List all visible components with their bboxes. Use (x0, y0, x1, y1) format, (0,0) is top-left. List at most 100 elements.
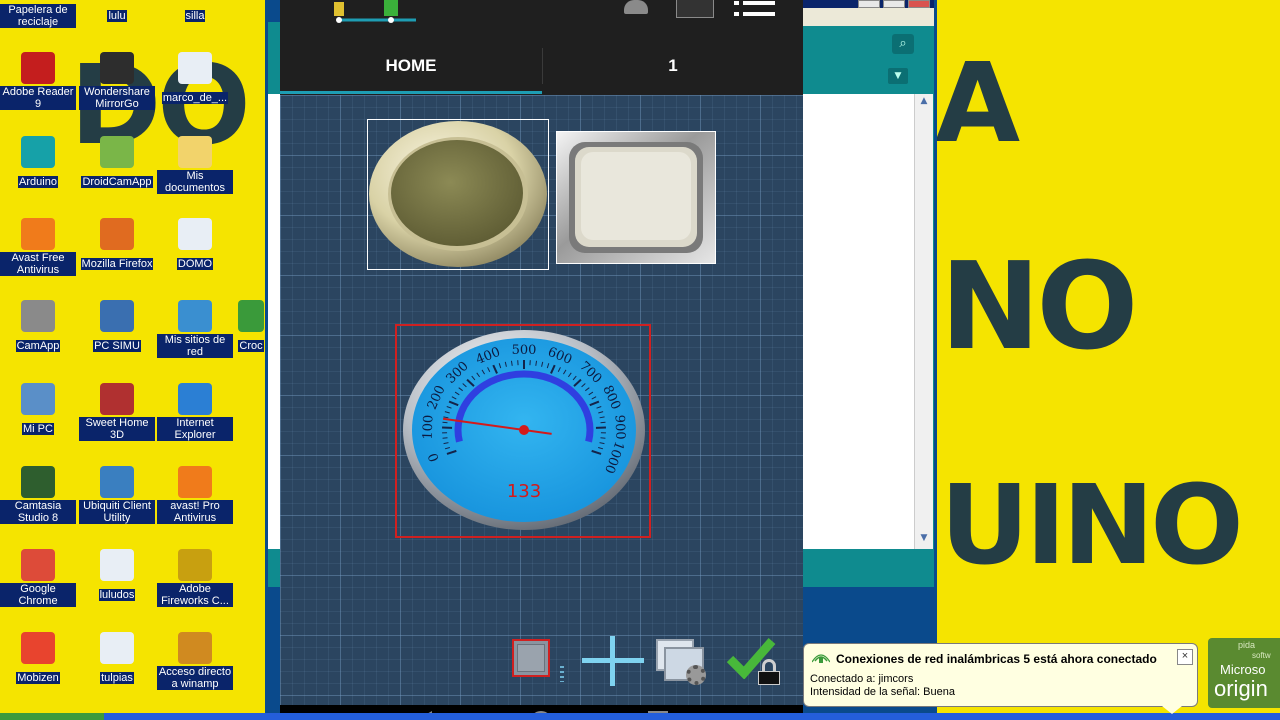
folder-icon (178, 136, 212, 168)
desktop-icon-label: avast! Pro Antivirus (157, 500, 233, 524)
share-icon[interactable] (676, 0, 714, 18)
desktop-icon-label: Camtasia Studio 8 (0, 500, 76, 524)
my-computer-icon (21, 383, 55, 415)
tab-1[interactable]: 1 (543, 40, 803, 92)
winamp-icon (178, 632, 212, 664)
desktop-icon[interactable]: lulu (79, 4, 155, 23)
desktop-icon[interactable]: Mis documentos (157, 136, 233, 195)
gauge-minor-tick (442, 421, 448, 424)
desktop-icon[interactable]: Mis sitios de red (157, 300, 233, 359)
desktop-icon-label: Mobizen (16, 672, 60, 684)
desktop-icon[interactable]: Ubiquiti Client Utility (79, 466, 155, 525)
notification-title: Conexiones de red inalámbricas 5 está ah… (836, 652, 1157, 666)
desktop-icon[interactable]: silla (157, 4, 233, 23)
desktop-icon[interactable]: Adobe Fireworks C... (157, 549, 233, 608)
desktop-icon-label: Adobe Fireworks C... (157, 583, 233, 607)
desktop-icon[interactable]: tulpias (79, 632, 155, 685)
dashboard-canvas[interactable]: 0 100 200 300 400 500 600 700 800 900 1000 133 (280, 95, 803, 705)
serial-monitor-icon[interactable]: ⌕ (892, 34, 914, 54)
connection-icon[interactable] (328, 0, 418, 26)
desktop-icon[interactable]: Papelera de reciclaje (0, 4, 76, 29)
badge-word: origin (1214, 676, 1268, 701)
round-led-button[interactable] (368, 120, 548, 269)
background-window-scrollbar[interactable]: ▲ ▼ (914, 94, 933, 549)
chrome-icon (21, 549, 55, 581)
desktop-icon[interactable]: DOMO (157, 218, 233, 271)
desktop-icon[interactable]: marco_de_... (157, 52, 233, 105)
notification-bell-icon[interactable] (624, 0, 648, 14)
desktop-icon-label: Avast Free Antivirus (0, 252, 76, 276)
desktop-icon[interactable]: PC SIMU (79, 300, 155, 353)
desktop-icon-label: tulpias (100, 672, 134, 684)
color-swatch (517, 644, 545, 672)
square-push-button[interactable] (557, 132, 715, 263)
confirm-lock-button[interactable] (726, 635, 788, 687)
desktop-icon[interactable]: Camtasia Studio 8 (0, 466, 76, 525)
desktop-icon[interactable]: Mi PC (0, 383, 76, 436)
tab-menu-dropdown-icon[interactable]: ▼ (888, 68, 908, 84)
desktop-icon[interactable]: Internet Explorer (157, 383, 233, 442)
gauge-minor-tick (600, 421, 606, 424)
notification-connected-to: Conectado a: jimcors (810, 673, 914, 685)
network-notification-balloon[interactable]: Conexiones de red inalámbricas 5 está ah… (803, 643, 1198, 707)
scroll-down-arrow-icon[interactable]: ▼ (917, 533, 931, 547)
square-push-button-selection[interactable] (556, 131, 716, 264)
background-window-teal-bar (803, 549, 934, 584)
microsoft-genuine-badge[interactable]: pida softw Microso origin (1208, 638, 1280, 708)
adobe-reader-icon (21, 52, 55, 84)
image-file-icon (178, 52, 212, 84)
image-file-icon (178, 218, 212, 250)
desktop-icon-label: DroidCamApp (81, 176, 153, 188)
wallpaper-letters-right-3: UINO (940, 461, 1244, 589)
desktop-icon[interactable]: luludos (79, 549, 155, 602)
desktop-icon-label: Mi PC (22, 423, 54, 435)
desktop-icon-label: CamApp (15, 340, 61, 352)
desktop-icon-partial[interactable]: Croc (236, 300, 266, 353)
minimize-button[interactable] (858, 0, 880, 8)
close-button[interactable] (908, 0, 930, 8)
computer-icon (100, 300, 134, 332)
gauge-tick-label: 500 (512, 343, 537, 358)
analog-gauge-selection[interactable]: 0 100 200 300 400 500 600 700 800 900 1000 133 (395, 324, 651, 538)
desktop-icon[interactable]: Arduino (0, 136, 76, 189)
arduino-icon (21, 136, 55, 168)
droidcam-icon (100, 136, 134, 168)
tab-home[interactable]: HOME (280, 40, 542, 92)
plus-vertical (610, 636, 615, 686)
desktop-icon[interactable]: Avast Free Antivirus (0, 218, 76, 277)
desktop-icon[interactable]: Mobizen (0, 632, 76, 685)
analog-gauge[interactable]: 0100200300400 500 6007008009001000 133 (397, 326, 649, 536)
image-file-icon (100, 549, 134, 581)
desktop-icon-label: Sweet Home 3D (79, 417, 155, 441)
desktop-icon[interactable]: CamApp (0, 300, 76, 353)
widget-settings-button[interactable] (656, 637, 712, 687)
desktop-icon-label: Internet Explorer (157, 417, 233, 441)
badge-text-small: softw (1252, 651, 1271, 660)
image-file-icon (100, 632, 134, 664)
desktop-icon-label: Papelera de reciclaje (0, 4, 76, 28)
desktop-icon[interactable]: Acceso directo a winamp (157, 632, 233, 691)
desktop-icon[interactable]: avast! Pro Antivirus (157, 466, 233, 525)
drag-handle-icon[interactable] (560, 666, 564, 682)
desktop-icon[interactable]: Wondershare MirrorGo (79, 52, 155, 111)
desktop-icon[interactable]: Sweet Home 3D (79, 383, 155, 442)
menu-list-icon[interactable] (734, 0, 776, 18)
widget-color-button[interactable] (512, 639, 550, 677)
desktop-icon[interactable]: Adobe Reader 9 (0, 52, 76, 111)
close-icon[interactable]: × (1177, 649, 1193, 665)
wireless-network-icon (812, 654, 830, 663)
maximize-button[interactable] (883, 0, 905, 8)
desktop-icon[interactable]: Mozilla Firefox (79, 218, 155, 271)
scroll-up-arrow-icon[interactable]: ▲ (917, 96, 931, 110)
camtasia-icon (21, 466, 55, 498)
ubiquiti-icon (100, 466, 134, 498)
active-tab-indicator (280, 91, 542, 94)
gauge-tick-label: 100 (421, 415, 437, 440)
desktop-icon[interactable]: Google Chrome (0, 549, 76, 608)
desktop-icon-label: marco_de_... (161, 92, 229, 104)
firefox-icon (100, 218, 134, 250)
round-led-button-selection[interactable] (367, 119, 549, 270)
start-button[interactable] (0, 713, 104, 720)
desktop-icon[interactable]: DroidCamApp (79, 136, 155, 189)
add-widget-button[interactable] (582, 636, 644, 686)
